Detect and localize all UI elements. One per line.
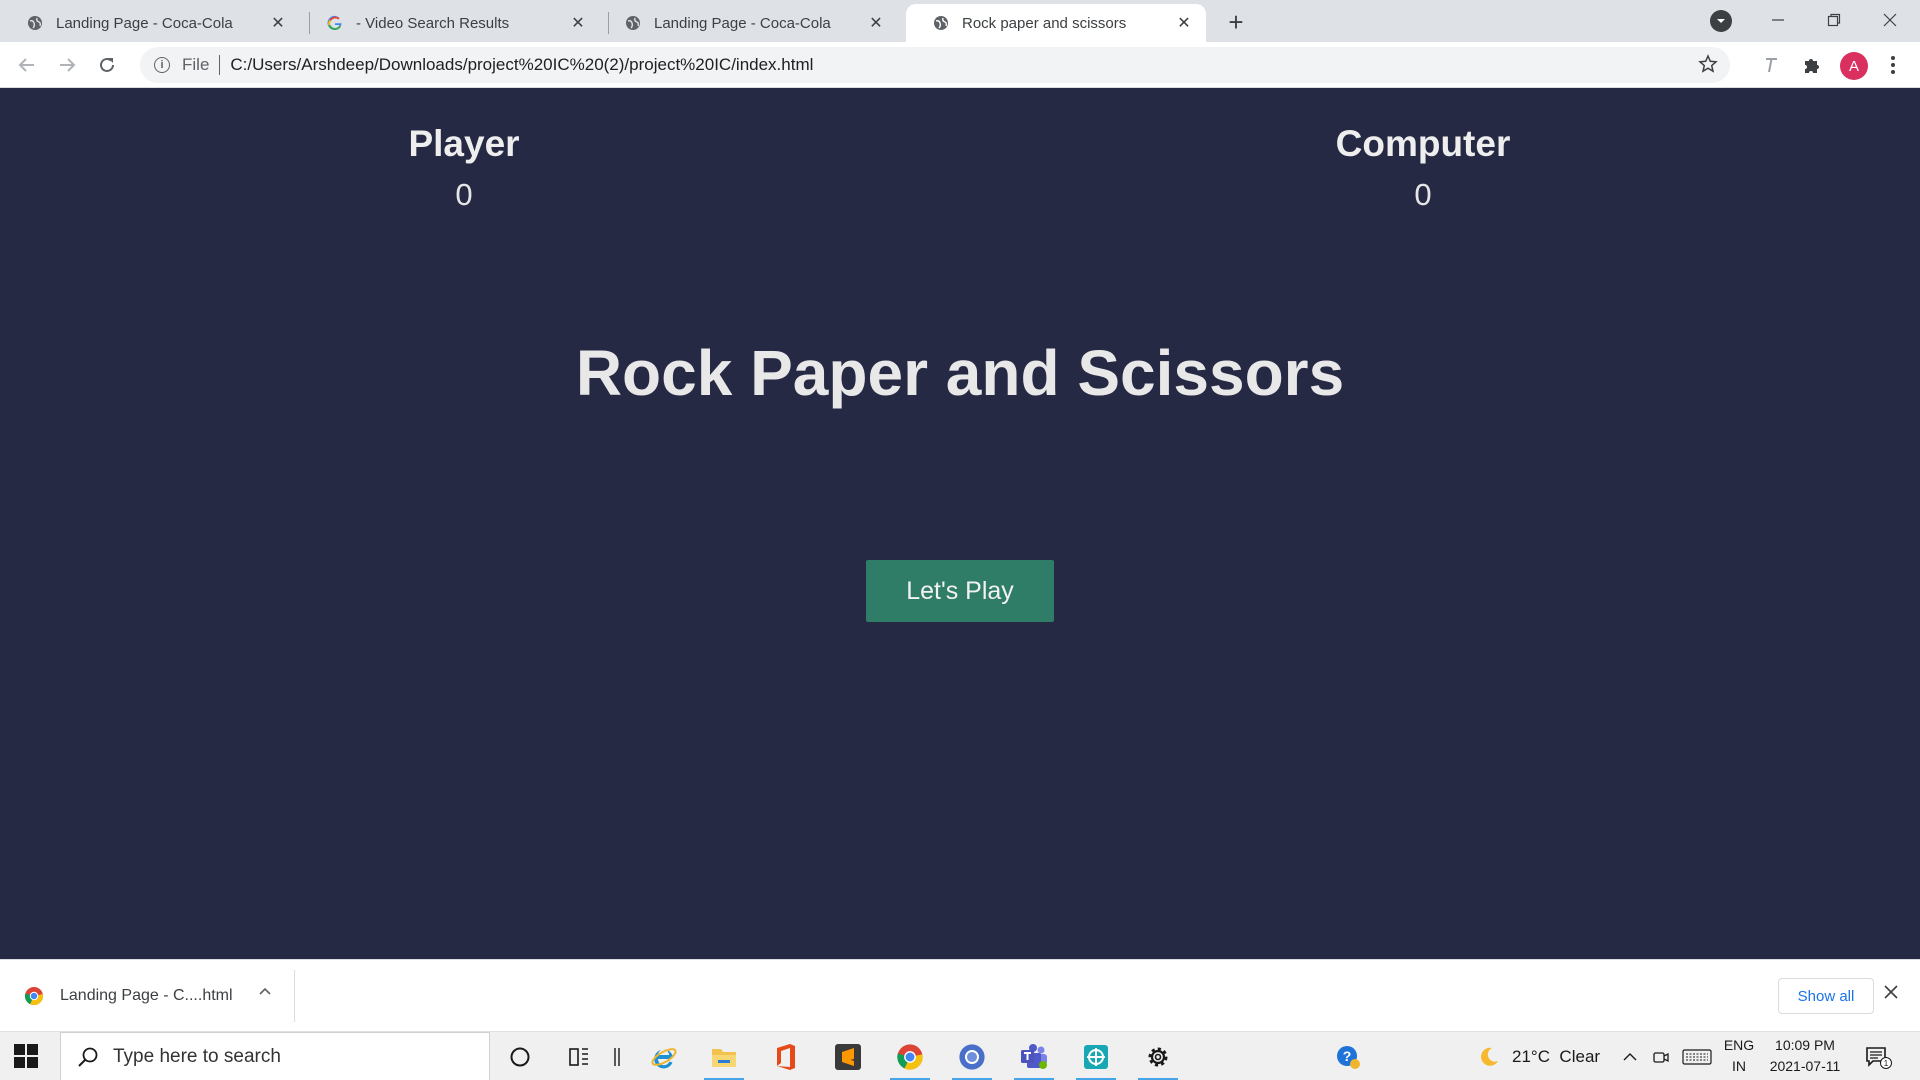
restore-button[interactable] <box>1806 0 1862 40</box>
reload-button[interactable] <box>92 50 122 80</box>
puzzle-icon[interactable] <box>1799 52 1825 78</box>
internet-explorer-icon[interactable] <box>640 1032 688 1080</box>
settings-gear-icon[interactable] <box>1134 1032 1182 1080</box>
office-icon[interactable] <box>762 1032 810 1080</box>
close-icon <box>1883 13 1897 27</box>
tab-title: Landing Page - Coca-Cola <box>654 14 831 32</box>
minimize-icon <box>1772 19 1784 21</box>
player-score: 0 <box>455 177 473 212</box>
url-scheme-label: File <box>182 55 210 74</box>
show-hidden-icons-button[interactable] <box>1622 1032 1638 1080</box>
action-center-button[interactable]: 1 <box>1864 1032 1892 1080</box>
new-tab-button[interactable]: + <box>1222 7 1250 37</box>
computer-label: Computer <box>1335 123 1511 164</box>
download-bar: Landing Page - C....html Show all <box>0 959 1920 1031</box>
svg-text:?: ? <box>1343 1048 1352 1064</box>
system-clock[interactable]: 10:09 PM 2021-07-11 <box>1762 1035 1848 1077</box>
download-item-label: Landing Page - C....html <box>60 987 233 1004</box>
google-icon <box>326 14 344 32</box>
weather-text: 21°C Clear <box>1512 1046 1601 1066</box>
address-bar[interactable]: i File C:/Users/Arshdeep/Downloads/proje… <box>140 47 1730 83</box>
chevron-up-icon[interactable] <box>258 984 272 1001</box>
tab-landing-page-2[interactable]: Landing Page - Coca-Cola ✕ <box>598 4 898 42</box>
globe-icon <box>932 14 950 32</box>
extension-t-icon[interactable] <box>1758 52 1784 78</box>
tablet-mode-icon[interactable] <box>593 1032 641 1080</box>
search-placeholder: Type here to search <box>113 1045 281 1067</box>
globe-icon <box>624 14 642 32</box>
close-window-button[interactable] <box>1862 0 1918 40</box>
game-page: Player 0 Computer 0 Rock Paper and Sciss… <box>0 88 1920 959</box>
reload-icon <box>100 57 114 72</box>
sublime-text-icon[interactable] <box>824 1032 872 1080</box>
chevron-down-icon <box>1717 19 1725 23</box>
download-item[interactable]: Landing Page - C....html <box>24 982 233 1010</box>
browser-toolbar: i File C:/Users/Arshdeep/Downloads/proje… <box>0 42 1920 88</box>
computer-score: 0 <box>1414 177 1432 212</box>
tab-title: - Video Search Results <box>356 14 510 32</box>
star-icon[interactable] <box>1698 54 1718 79</box>
tab-video-search[interactable]: - Video Search Results ✕ <box>300 4 600 42</box>
teams-icon[interactable] <box>1010 1032 1058 1080</box>
arrow-left-icon <box>18 58 34 72</box>
cortana-icon[interactable] <box>496 1032 544 1080</box>
tab-title: Rock paper and scissors <box>962 14 1127 32</box>
close-icon[interactable]: ✕ <box>866 13 886 33</box>
file-explorer-icon[interactable] <box>700 1032 748 1080</box>
close-icon[interactable]: ✕ <box>568 13 588 33</box>
restore-icon <box>1827 13 1841 27</box>
snip-sketch-icon[interactable] <box>1072 1032 1120 1080</box>
close-icon[interactable] <box>1884 982 1898 1005</box>
download-divider <box>294 970 295 1022</box>
region-code: IN <box>1732 1058 1746 1074</box>
moon-icon <box>1481 1047 1498 1066</box>
globe-icon <box>26 14 44 32</box>
close-icon[interactable]: ✕ <box>1174 13 1194 33</box>
windows-start-icon[interactable] <box>14 1044 38 1068</box>
menu-kebab-icon[interactable] <box>1880 52 1906 78</box>
windows-taskbar: Type here to search ? 21°C Clear ENG IN … <box>0 1031 1920 1080</box>
chevron-up-icon <box>1623 1052 1637 1060</box>
player-label: Player <box>408 123 520 164</box>
minimize-button[interactable] <box>1750 0 1806 40</box>
profile-avatar[interactable]: A <box>1840 52 1868 80</box>
tab-title: Landing Page - Coca-Cola <box>56 14 233 32</box>
help-icon[interactable]: ? <box>1324 1032 1372 1080</box>
tab-rock-paper-scissors[interactable]: Rock paper and scissors ✕ <box>906 4 1206 42</box>
notification-count: 1 <box>1884 1059 1889 1068</box>
clock-date: 2021-07-11 <box>1769 1058 1841 1074</box>
chrome-icon[interactable] <box>886 1032 934 1080</box>
forward-button[interactable] <box>52 50 82 80</box>
game-title: Rock Paper and Scissors <box>575 337 1345 409</box>
url-divider <box>219 55 221 75</box>
lets-play-button[interactable]: Let's Play <box>866 560 1054 622</box>
chrome-icon <box>24 987 44 1006</box>
info-icon[interactable]: i <box>154 57 170 73</box>
close-icon[interactable]: ✕ <box>268 13 288 33</box>
clock-time: 10:09 PM <box>1775 1037 1835 1053</box>
search-icon <box>78 1047 98 1067</box>
player-score-block: Player 0 <box>314 123 614 213</box>
arrow-right-icon <box>60 58 76 72</box>
weather-widget[interactable]: 21°C Clear <box>1478 1032 1600 1080</box>
tab-search-button[interactable] <box>1710 10 1732 32</box>
show-all-button[interactable]: Show all <box>1778 978 1874 1014</box>
chrome-profile-icon[interactable] <box>948 1032 996 1080</box>
input-language[interactable]: ENG IN <box>1722 1035 1756 1077</box>
back-button[interactable] <box>12 50 42 80</box>
notification-icon: 1 <box>1866 1046 1892 1069</box>
tab-strip: Landing Page - Coca-Cola ✕ - Video Searc… <box>0 0 1920 42</box>
keyboard-icon[interactable] <box>1682 1032 1712 1080</box>
tab-landing-page-1[interactable]: Landing Page - Coca-Cola ✕ <box>0 4 300 42</box>
taskbar-search-box[interactable]: Type here to search <box>60 1032 490 1080</box>
computer-score-block: Computer 0 <box>1273 123 1573 213</box>
url-text[interactable]: C:/Users/Arshdeep/Downloads/project%20IC… <box>230 55 813 75</box>
language-code: ENG <box>1723 1037 1755 1053</box>
meet-now-icon[interactable] <box>1652 1032 1670 1080</box>
